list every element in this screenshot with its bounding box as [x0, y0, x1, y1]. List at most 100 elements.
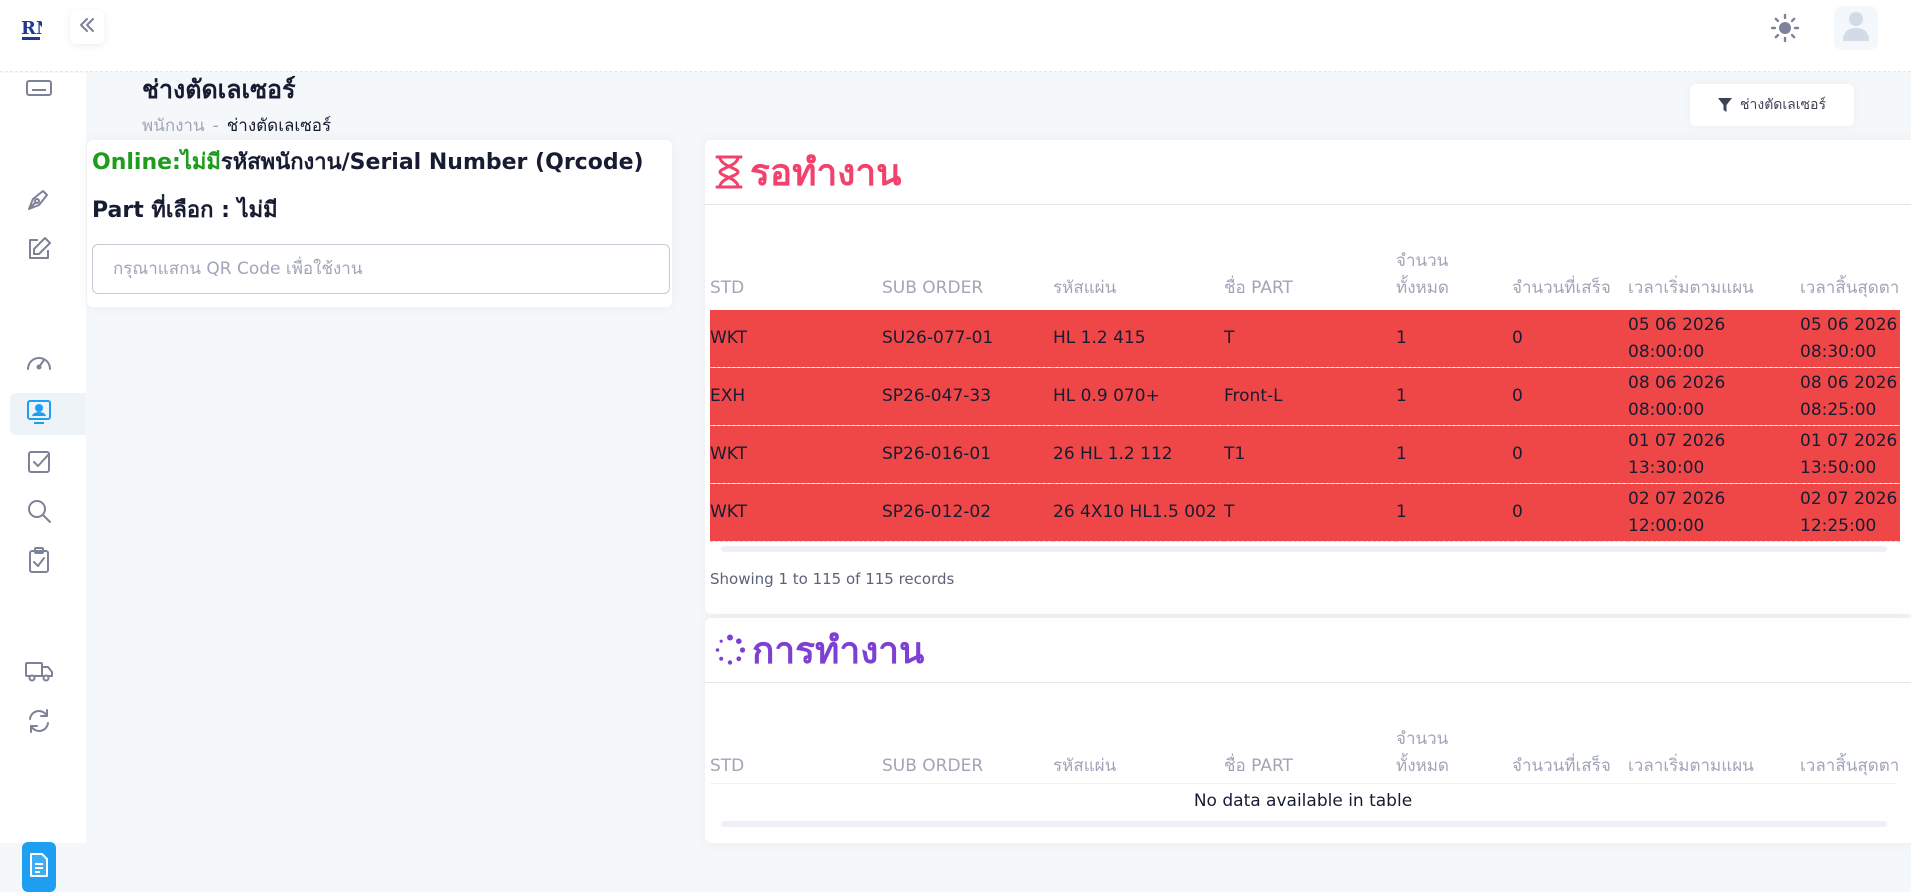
cell-part-name: T	[1224, 483, 1396, 542]
sidebar-item-employee[interactable]	[10, 393, 86, 435]
filter-button[interactable]: ช่างตัดเลเซอร์	[1690, 84, 1854, 126]
breadcrumb-item-employee[interactable]: พนักงาน	[142, 116, 205, 136]
selected-part: Part ที่เลือก : ไม่มี	[92, 198, 278, 223]
theme-toggle-button[interactable]	[1769, 12, 1801, 44]
working-title: การทำงาน	[752, 628, 925, 672]
working-table-header: STD SUB ORDER รหัสแผ่น ชื่อ PART จำนวน ท…	[710, 726, 1900, 788]
document-icon	[29, 852, 49, 882]
sidebar-item-keyboard[interactable]	[10, 69, 86, 111]
waiting-title: รอทำงาน	[750, 150, 902, 194]
table-row[interactable]: WKT SU26-077-01 HL 1.2 415 T 1 0 05 06 2…	[710, 310, 1900, 368]
cell-planned-start: 08 06 2026 08:00:00	[1628, 367, 1800, 426]
clipboard-check-icon	[25, 546, 53, 578]
speedometer-icon	[25, 349, 53, 381]
filter-icon	[1718, 98, 1733, 112]
scan-panel: Online:ไม่มีรหัสพนักงาน/Serial Number (Q…	[87, 140, 672, 307]
working-card: การทำงาน STD SUB ORDER รหัสแผ่น ชื่อ PAR…	[705, 618, 1911, 843]
column-planned-end[interactable]: เวลาสิ้นสุดตาม	[1800, 726, 1900, 788]
cell-planned-end: 01 07 2026 13:50:00	[1800, 425, 1900, 484]
cell-std: WKT	[710, 483, 882, 542]
column-total[interactable]: จำนวน ทั้งหมด	[1396, 248, 1512, 310]
column-part-name[interactable]: ชื่อ PART	[1224, 726, 1396, 788]
pen-nib-icon	[25, 185, 53, 217]
cell-sub-order: SP26-047-33	[882, 367, 1053, 426]
sidebar-item-sync[interactable]	[10, 702, 86, 744]
chevrons-left-icon	[77, 15, 97, 39]
user-menu-button[interactable]	[1834, 6, 1878, 50]
sidebar-item-edit[interactable]	[10, 230, 86, 272]
horizontal-scrollbar[interactable]	[721, 821, 1887, 827]
column-done[interactable]: จำนวนที่เสร็จ	[1512, 248, 1628, 310]
column-sub-order[interactable]: SUB ORDER	[882, 248, 1053, 310]
sidebar-item-checklist[interactable]	[10, 541, 86, 583]
column-std[interactable]: STD	[710, 726, 882, 788]
qr-scan-input[interactable]	[92, 244, 670, 294]
keyboard-icon	[25, 78, 53, 102]
waiting-card-header: รอทำงาน	[705, 140, 1911, 205]
top-header: RN	[0, 0, 1911, 72]
user-avatar-icon	[1842, 10, 1870, 46]
sidebar-item-dashboard[interactable]	[10, 344, 86, 386]
cell-done: 0	[1512, 483, 1628, 542]
table-info: Showing 1 to 115 of 115 records	[710, 570, 955, 588]
horizontal-scrollbar[interactable]	[721, 546, 1887, 552]
sidebar-item-delivery[interactable]	[10, 652, 86, 694]
breadcrumb-item-current: ช่างตัดเลเซอร์	[226, 116, 332, 136]
sidebar-item-tasks[interactable]	[10, 443, 86, 485]
cell-part-name: T1	[1224, 425, 1396, 484]
sidebar-item-search[interactable]	[10, 492, 86, 534]
logo[interactable]: RN	[20, 14, 52, 42]
spinner-icon	[714, 634, 746, 666]
cell-planned-start: 01 07 2026 13:30:00	[1628, 425, 1800, 484]
column-planned-end[interactable]: เวลาสิ้นสุดตาม	[1800, 248, 1900, 310]
search-icon	[25, 497, 53, 529]
cell-planned-end: 02 07 2026 12:25:00	[1800, 483, 1900, 542]
cell-part-name: Front-L	[1224, 367, 1396, 426]
table-row[interactable]: WKT SP26-012-02 26 4X10 HL1.5 002 T 1 0 …	[710, 483, 1900, 542]
cell-total: 1	[1396, 483, 1512, 542]
cell-std: EXH	[710, 367, 882, 426]
sidebar	[0, 73, 86, 892]
sun-icon	[1769, 13, 1801, 48]
breadcrumb: พนักงาน - ช่างตัดเลเซอร์	[142, 112, 331, 139]
column-sheet-code[interactable]: รหัสแผ่น	[1053, 726, 1224, 788]
waiting-table: STD SUB ORDER รหัสแผ่น ชื่อ PART จำนวน ท…	[710, 248, 1900, 542]
online-text: รหัสพนักงาน/Serial Number (Qrcode)	[220, 150, 644, 175]
column-part-name[interactable]: ชื่อ PART	[1224, 248, 1396, 310]
cell-sheet-code: 26 4X10 HL1.5 002	[1053, 483, 1224, 542]
waiting-table-header: STD SUB ORDER รหัสแผ่น ชื่อ PART จำนวน ท…	[710, 248, 1900, 310]
cell-planned-end: 05 06 2026 08:30:00	[1800, 310, 1900, 368]
cell-sub-order: SP26-016-01	[882, 425, 1053, 484]
svg-text:RN: RN	[21, 18, 42, 39]
page-title: ช่างตัดเลเซอร์	[142, 75, 296, 104]
document-button[interactable]	[22, 842, 56, 892]
column-total[interactable]: จำนวน ทั้งหมด	[1396, 726, 1512, 788]
cell-planned-start: 02 07 2026 12:00:00	[1628, 483, 1800, 542]
sidebar-item-pen[interactable]	[10, 180, 86, 222]
hourglass-icon	[714, 154, 744, 190]
cell-total: 1	[1396, 367, 1512, 426]
waiting-card: รอทำงาน STD SUB ORDER รหัสแผ่น ชื่อ PART…	[705, 140, 1911, 614]
working-table: STD SUB ORDER รหัสแผ่น ชื่อ PART จำนวน ท…	[710, 726, 1900, 788]
table-row[interactable]: EXH SP26-047-33 HL 0.9 070+ Front-L 1 0 …	[710, 367, 1900, 426]
column-done[interactable]: จำนวนที่เสร็จ	[1512, 726, 1628, 788]
cell-planned-end: 08 06 2026 08:25:00	[1800, 367, 1900, 426]
online-label: Online:	[92, 150, 181, 175]
column-sub-order[interactable]: SUB ORDER	[882, 726, 1053, 788]
cell-std: WKT	[710, 425, 882, 484]
empty-table-message: No data available in table	[710, 783, 1896, 820]
filter-label: ช่างตัดเลเซอร์	[1740, 97, 1826, 113]
table-row[interactable]: WKT SP26-016-01 26 HL 1.2 112 T1 1 0 01 …	[710, 425, 1900, 484]
breadcrumb-separator: -	[212, 116, 219, 136]
cell-done: 0	[1512, 425, 1628, 484]
cell-sub-order: SP26-012-02	[882, 483, 1053, 542]
cell-sub-order: SU26-077-01	[882, 310, 1053, 368]
column-sheet-code[interactable]: รหัสแผ่น	[1053, 248, 1224, 310]
column-planned-start[interactable]: เวลาเริ่มตามแผน	[1628, 248, 1800, 310]
column-planned-start[interactable]: เวลาเริ่มตามแผน	[1628, 726, 1800, 788]
column-std[interactable]: STD	[710, 248, 882, 310]
cell-sheet-code: 26 HL 1.2 112	[1053, 425, 1224, 484]
online-value: ไม่มี	[180, 150, 221, 175]
sidebar-collapse-button[interactable]	[70, 10, 104, 44]
refresh-icon	[25, 707, 53, 739]
